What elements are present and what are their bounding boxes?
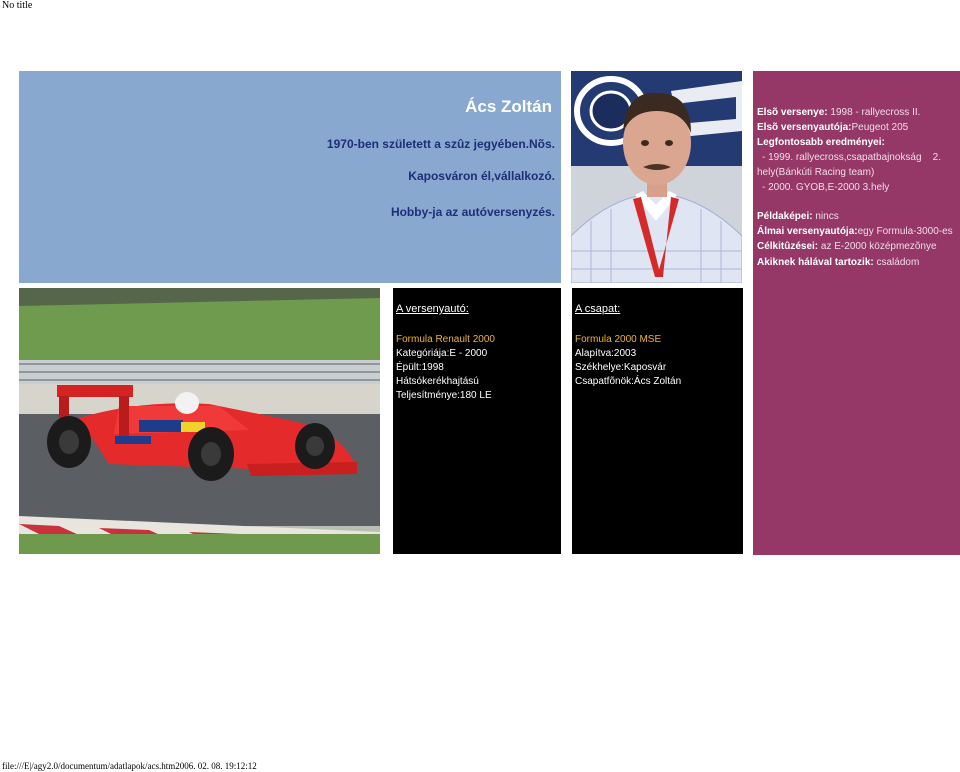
team-seat: Székhelye:Kaposvár <box>575 362 667 373</box>
first-car-label: Elsõ versenyautója: <box>757 122 852 133</box>
driver-portrait-photo <box>571 71 742 283</box>
result-1-line-b: hely(Bánkúti Racing team) <box>757 167 874 178</box>
dream-car-label: Álmai versenyautója: <box>757 226 858 237</box>
goals-value: az E-2000 középmezõnye <box>818 241 937 252</box>
result-1a-text: - 1999. rallyecross,csapatbajnokság 2. <box>762 152 941 163</box>
team-heading: A csapat: <box>575 303 621 315</box>
footer-file-path: file:///E|/agy2.0/documentum/adatlapok/a… <box>2 761 257 771</box>
dream-car-row: Álmai versenyautója:egy Formula-3000-es <box>757 226 953 237</box>
thanks-value: családom <box>873 257 920 268</box>
goals-label: Célkitûzései: <box>757 241 819 252</box>
goals-row: Célkitûzései: az E-2000 középmezõnye <box>757 241 937 252</box>
race-car-illustration <box>19 288 380 554</box>
car-drive: Hátsókerékhajtású <box>396 376 479 387</box>
best-results-row: Legfontosabb eredményei: <box>757 137 885 148</box>
dream-car-value: egy Formula-3000-es <box>857 226 953 237</box>
first-car-row: Elsõ versenyautója:Peugeot 205 <box>757 122 908 133</box>
race-car-specs-box: A versenyautó: Formula Renault 2000 Kate… <box>393 288 561 554</box>
first-race-row: Elsõ versenye: 1998 - rallyecross II. <box>757 107 920 118</box>
thanks-row: Akiknek hálával tartozik: családom <box>757 257 919 268</box>
document-title: No title <box>2 0 33 11</box>
team-chief: Csapatfõnök:Ács Zoltán <box>575 376 682 387</box>
result-1-line-a: - 1999. rallyecross,csapatbajnokság 2. <box>762 152 941 163</box>
result-2-text: - 2000. GYOB,E-2000 3.hely <box>762 182 890 193</box>
profile-intro-panel: Ács Zoltán 1970-ben született a szûz jeg… <box>19 71 561 283</box>
first-car-value: Peugeot 205 <box>851 122 909 133</box>
idols-row: Példaképei: nincs <box>757 211 839 222</box>
first-race-label: Elsõ versenye: <box>757 107 828 118</box>
car-power: Teljesítménye:180 LE <box>396 390 492 401</box>
car-built: Épült:1998 <box>396 362 444 373</box>
profile-line-hobby: Hobby-ja az autóversenyzés. <box>390 205 555 219</box>
team-name: Formula 2000 MSE <box>575 334 662 345</box>
team-founded: Alapítva:2003 <box>575 348 637 359</box>
first-race-value: 1998 - rallyecross II. <box>827 107 921 118</box>
race-car-photo <box>19 288 380 554</box>
idols-value: nincs <box>812 211 839 222</box>
career-details-panel: Elsõ versenye: 1998 - rallyecross II. El… <box>753 71 960 555</box>
car-model: Formula Renault 2000 <box>396 334 495 345</box>
idols-label: Példaképei: <box>757 211 813 222</box>
team-info-box: A csapat: Formula 2000 MSE Alapítva:2003… <box>572 288 743 554</box>
profile-line-residence: Kaposváron él,vállalkozó. <box>408 169 555 183</box>
race-car-heading: A versenyautó: <box>396 303 469 315</box>
result-2-line: - 2000. GYOB,E-2000 3.hely <box>762 182 889 193</box>
thanks-label: Akiknek hálával tartozik: <box>757 257 874 268</box>
result-1b-text: hely(Bánkúti Racing team) <box>757 167 875 178</box>
driver-name: Ács Zoltán <box>465 97 552 116</box>
car-category: Kategóriája:E - 2000 <box>396 348 488 359</box>
best-results-label: Legfontosabb eredményei: <box>757 137 885 148</box>
profile-line-birth: 1970-ben született a szûz jegyében.Nõs. <box>326 137 555 151</box>
portrait-illustration <box>571 71 742 283</box>
